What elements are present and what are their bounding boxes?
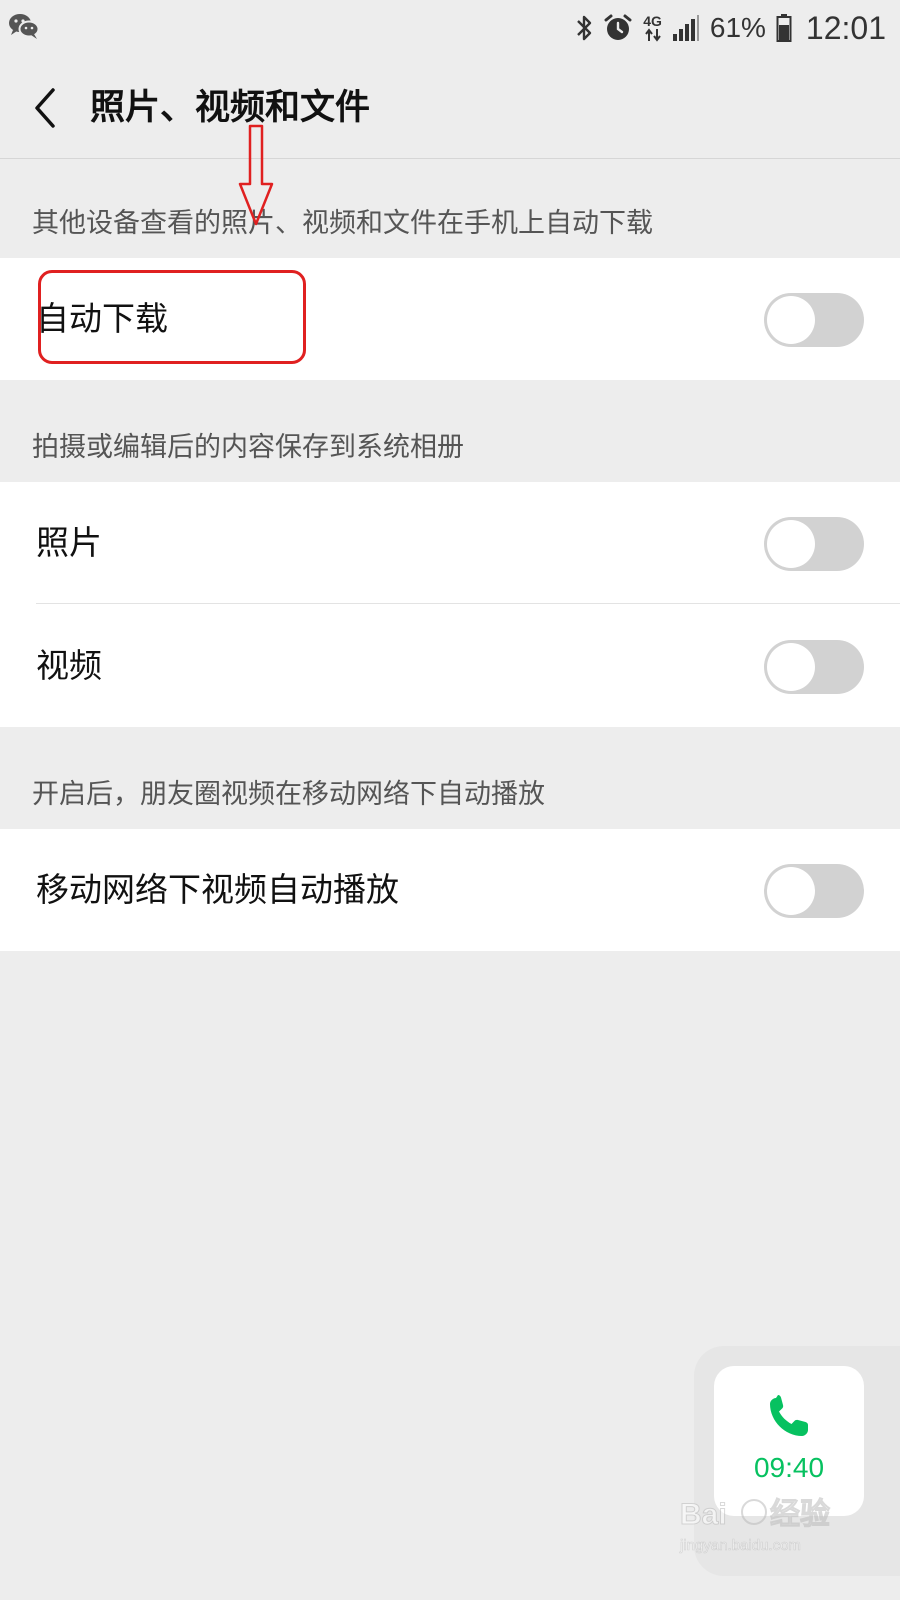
videos-toggle[interactable]: [764, 640, 864, 694]
toggle-knob: [767, 643, 815, 691]
battery-percent: 61%: [709, 12, 766, 43]
floating-call-widget[interactable]: 09:40: [714, 1366, 864, 1516]
wechat-icon: [8, 12, 40, 40]
header-divider: [0, 158, 900, 159]
auto-download-toggle[interactable]: [764, 293, 864, 347]
status-bar: 4G 61% 12:01: [0, 0, 900, 56]
status-icons: 4G 61% 12:01: [575, 8, 886, 48]
toggle-knob: [767, 520, 815, 568]
settings-card-autoplay: 移动网络下视频自动播放: [0, 829, 900, 951]
toggle-knob: [767, 296, 815, 344]
battery-icon: [776, 13, 792, 43]
setting-label: 视频: [36, 646, 102, 685]
row-divider: [36, 603, 900, 604]
setting-row-photos[interactable]: 照片: [0, 482, 900, 604]
setting-row-mobile-autoplay[interactable]: 移动网络下视频自动播放: [0, 829, 900, 951]
photos-toggle[interactable]: [764, 517, 864, 571]
call-timer: 09:40: [753, 1452, 825, 1483]
section-caption-autoplay: 开启后，朋友圈视频在移动网络下自动播放: [32, 779, 545, 810]
setting-row-videos[interactable]: 视频: [0, 605, 900, 727]
mobile-autoplay-toggle[interactable]: [764, 864, 864, 918]
back-button[interactable]: [22, 80, 70, 136]
setting-label: 移动网络下视频自动播放: [36, 870, 399, 909]
chevron-left-icon: [35, 88, 55, 128]
settings-card-auto-download: 自动下载: [0, 258, 900, 380]
section-caption-auto-download: 其他设备查看的照片、视频和文件在手机上自动下载: [32, 208, 653, 239]
phone-icon: [770, 1395, 808, 1436]
signal-icon: [672, 14, 700, 42]
section-caption-save-to-album: 拍摄或编辑后的内容保存到系统相册: [32, 432, 464, 463]
settings-card-save-to-album: 照片 视频: [0, 482, 900, 727]
setting-label: 照片: [36, 523, 102, 562]
setting-label: 自动下载: [36, 299, 168, 338]
network-label: 4G: [643, 13, 662, 29]
alarm-icon: [603, 13, 633, 43]
setting-row-auto-download[interactable]: 自动下载: [0, 258, 900, 380]
bluetooth-icon: [575, 13, 593, 43]
toggle-knob: [767, 867, 815, 915]
page-title: 照片、视频和文件: [90, 88, 371, 128]
mobile-data-icon: 4G: [643, 14, 662, 42]
status-time: 12:01: [805, 9, 886, 46]
header: 照片、视频和文件: [0, 56, 900, 160]
